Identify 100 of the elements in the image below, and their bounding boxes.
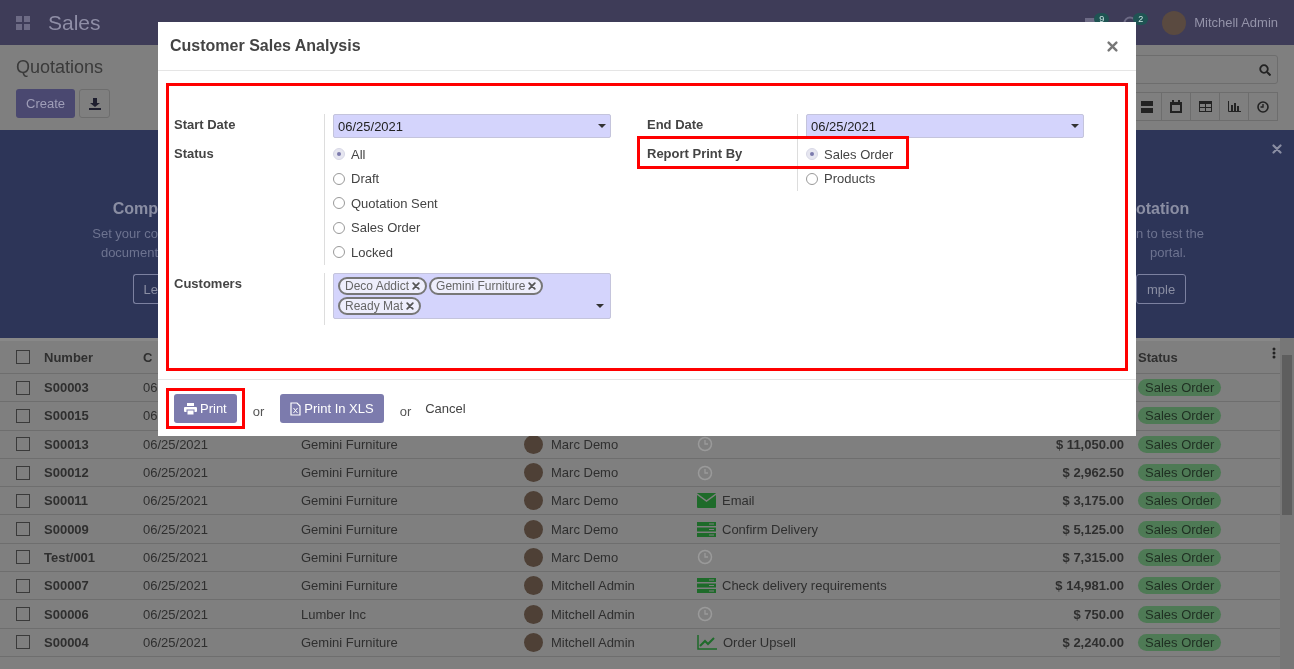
customer-name: Gemini Furniture <box>301 578 398 594</box>
radio-option[interactable]: All <box>333 142 611 167</box>
row-checkbox[interactable] <box>16 550 30 565</box>
order-total: $ 3,175.00 <box>1062 493 1124 509</box>
user-name[interactable]: Mitchell Admin <box>1194 15 1278 30</box>
order-date: 06/25/2021 <box>143 465 209 481</box>
salesperson-name: Mitchell Admin <box>551 606 635 622</box>
order-date: 06/25/2021 <box>143 493 209 509</box>
date-field[interactable]: 06/25/2021 <box>806 114 1084 138</box>
radio-label: Locked <box>351 244 393 260</box>
remove-icon[interactable] <box>528 281 537 290</box>
or-text: or <box>399 404 412 419</box>
select-all-checkbox[interactable] <box>16 350 30 364</box>
activity-label: Confirm Delivery <box>722 521 819 537</box>
remove-icon[interactable] <box>406 301 415 310</box>
caret-icon <box>598 124 606 128</box>
row-checkbox[interactable] <box>16 522 30 537</box>
salesperson-name: Marc Demo <box>551 493 619 509</box>
kebab-icon[interactable] <box>1272 347 1276 359</box>
radio-option[interactable]: Products <box>806 166 1084 191</box>
salesperson-name: Marc Demo <box>551 521 619 537</box>
banner-text: n to test the <box>1136 225 1204 243</box>
radio-button[interactable] <box>333 197 345 210</box>
date-field[interactable]: 06/25/2021 <box>333 114 611 138</box>
download-icon <box>88 97 101 110</box>
avatar-icon <box>524 632 543 652</box>
row-checkbox[interactable] <box>16 607 30 621</box>
radio-option[interactable]: Sales Order <box>333 215 611 240</box>
status-tag: Sales Order <box>1138 464 1222 482</box>
scrollbar-thumb[interactable] <box>1282 355 1292 515</box>
clock-icon <box>1257 100 1269 113</box>
caret-icon <box>1071 124 1079 128</box>
order-date: 06 <box>143 408 158 424</box>
order-date: 06/25/2021 <box>143 606 209 622</box>
radio-label: Sales Order <box>824 146 894 162</box>
order-total: $ 5,125.00 <box>1062 521 1124 537</box>
tags-field[interactable]: Deco Addict Gemini Furniture Ready Mat <box>333 272 611 319</box>
field-label: Report Print By <box>647 145 744 163</box>
order-total: $ 14,981.00 <box>1055 578 1124 594</box>
status-tag: Sales Order <box>1138 633 1222 651</box>
row-checkbox[interactable] <box>16 437 30 452</box>
activity-count: 2 <box>1133 12 1149 25</box>
close-icon[interactable] <box>1107 40 1118 52</box>
avatar-icon <box>524 547 543 567</box>
order-total: $ 11,050.00 <box>1056 436 1124 452</box>
printer-icon <box>184 402 197 415</box>
row-checkbox[interactable] <box>16 493 30 508</box>
radio-label: Sales Order <box>351 220 421 236</box>
row-checkbox[interactable] <box>16 578 30 593</box>
avatar-icon <box>524 519 543 539</box>
banner-text: document <box>100 244 158 262</box>
radio-option[interactable]: Quotation Sent <box>333 191 611 216</box>
salesperson-name: Marc Demo <box>551 436 619 452</box>
avatar-icon <box>524 463 543 483</box>
customer-tag: Gemini Furniture <box>429 276 544 295</box>
order-total: $ 2,240.00 <box>1062 634 1124 650</box>
order-number: S00011 <box>44 493 89 509</box>
row-checkbox[interactable] <box>16 465 30 480</box>
row-checkbox[interactable] <box>16 408 30 423</box>
download-button[interactable] <box>79 89 111 118</box>
apps-icon[interactable] <box>16 15 30 30</box>
radio-option[interactable]: Sales Order <box>806 142 1084 167</box>
customer-tag: Deco Addict <box>338 276 428 295</box>
radio-option[interactable]: Draft <box>333 166 611 191</box>
row-checkbox[interactable] <box>16 380 30 395</box>
customer-name: Gemini Furniture <box>301 436 398 452</box>
order-total: $ 2,962.50 <box>1062 465 1124 481</box>
order-date: 06 <box>143 380 158 396</box>
line-chart-icon[interactable] <box>697 634 717 651</box>
cancel-link[interactable]: Cancel <box>419 401 472 416</box>
print-button[interactable]: Print In XLS <box>280 394 384 423</box>
order-date: 06/25/2021 <box>143 634 209 650</box>
status-tag: Sales Order <box>1138 577 1222 595</box>
radio-button[interactable] <box>333 246 345 259</box>
server-icon[interactable] <box>697 578 716 594</box>
status-tag: Sales Order <box>1138 407 1222 425</box>
salesperson-name: Mitchell Admin <box>551 578 635 594</box>
server-icon[interactable] <box>697 521 716 537</box>
field-label: Start Date <box>174 116 237 134</box>
envelope-icon[interactable] <box>697 493 716 509</box>
customer-tag: Ready Mat <box>338 296 422 315</box>
radio-button[interactable] <box>333 172 345 185</box>
order-total: $ 750.00 <box>1073 606 1124 622</box>
salesperson-name: Marc Demo <box>551 549 619 565</box>
row-checkbox[interactable] <box>16 635 30 650</box>
banner-heading: otation <box>1136 200 1190 218</box>
radio-button[interactable] <box>806 172 818 185</box>
activity-label: Check delivery requirements <box>722 578 887 594</box>
search-icon <box>1259 63 1271 76</box>
radio-option[interactable]: Locked <box>333 240 611 265</box>
order-number: S00013 <box>44 436 89 452</box>
close-icon[interactable] <box>1272 144 1282 154</box>
order-date: 06/25/2021 <box>143 521 209 537</box>
order-number: S00003 <box>44 380 89 396</box>
remove-icon[interactable] <box>412 281 421 290</box>
order-number: Test/001 <box>44 549 96 565</box>
radio-button[interactable] <box>333 221 345 234</box>
print-button[interactable]: Print <box>174 394 237 423</box>
status-tag: Sales Order <box>1138 435 1222 453</box>
order-number: S00007 <box>44 578 89 594</box>
